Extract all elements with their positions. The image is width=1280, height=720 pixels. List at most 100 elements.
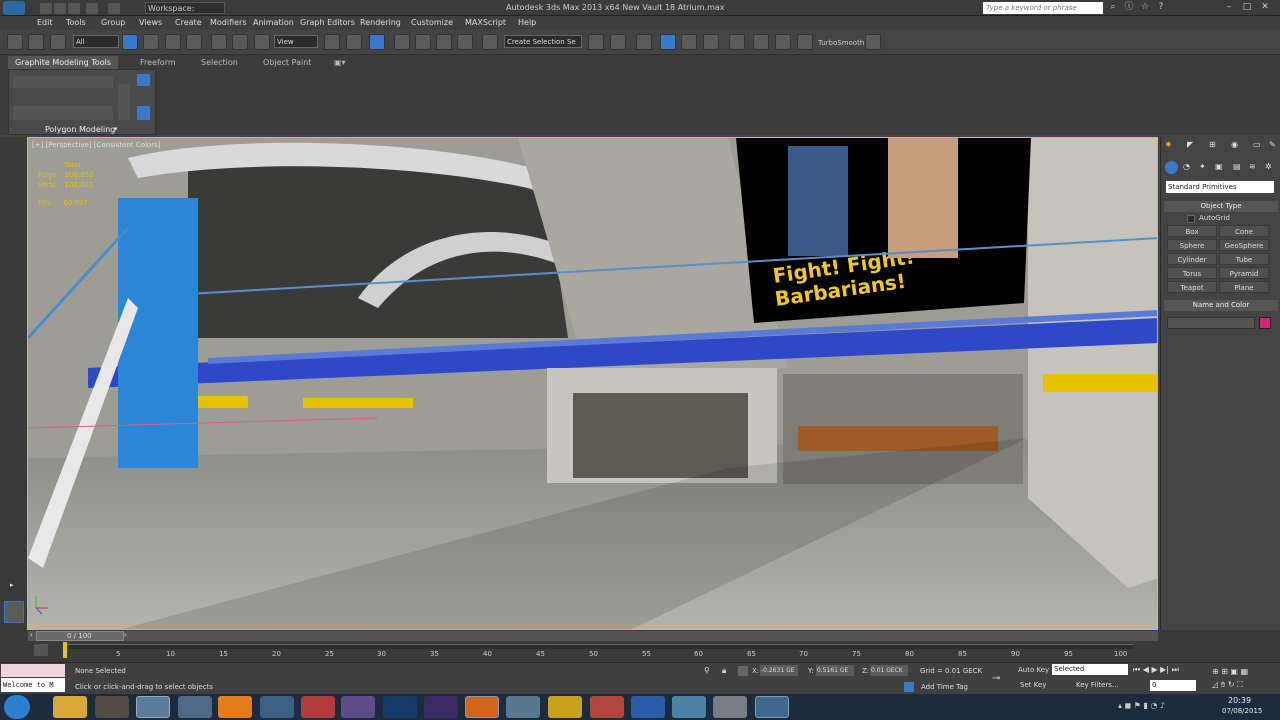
- pivot-center-icon[interactable]: [324, 34, 340, 50]
- zoom-extents-all-icon[interactable]: ▦: [1241, 667, 1249, 676]
- info-icon[interactable]: ⓘ: [1122, 2, 1136, 14]
- taskbar-app-icon[interactable]: [755, 696, 789, 718]
- window-crossing-icon[interactable]: [186, 34, 202, 50]
- vlc-icon[interactable]: [218, 696, 252, 718]
- menu-tools[interactable]: Tools: [66, 18, 86, 27]
- play-icon[interactable]: ▶: [1151, 665, 1157, 674]
- z-coord-field[interactable]: 0.01 GECK: [870, 665, 908, 676]
- plane-button[interactable]: Plane: [1219, 281, 1269, 293]
- explorer-icon[interactable]: [53, 696, 87, 718]
- geosphere-button[interactable]: GeoSphere: [1219, 239, 1269, 251]
- menu-customize[interactable]: Customize: [411, 18, 453, 27]
- menu-modifiers[interactable]: Modifiers: [210, 18, 247, 27]
- object-color-swatch[interactable]: [1259, 317, 1271, 329]
- add-time-tag-icon[interactable]: [904, 682, 914, 692]
- cone-button[interactable]: Cone: [1219, 225, 1269, 237]
- systems-icon[interactable]: ✲: [1265, 162, 1272, 171]
- selection-filter-dropdown[interactable]: All: [73, 35, 119, 48]
- new-file-icon[interactable]: [40, 3, 52, 14]
- zoom-all-icon[interactable]: ⊞: [1221, 667, 1228, 676]
- render-setup-icon[interactable]: [753, 34, 769, 50]
- cylinder-button[interactable]: Cylinder: [1167, 253, 1217, 265]
- zoom-icon[interactable]: ⊕: [1212, 667, 1219, 676]
- snaps-toggle-icon[interactable]: [394, 34, 410, 50]
- display-tab-icon[interactable]: ▭: [1253, 140, 1261, 149]
- undo-icon[interactable]: [86, 3, 98, 14]
- expand-arrow-icon[interactable]: ▸: [10, 581, 14, 589]
- next-frame-icon[interactable]: ▶|: [1160, 665, 1169, 674]
- menu-rendering[interactable]: Rendering: [360, 18, 401, 27]
- menu-views[interactable]: Views: [139, 18, 162, 27]
- render-production-icon[interactable]: [797, 34, 813, 50]
- box-button[interactable]: Box: [1167, 225, 1217, 237]
- utilities-tab-icon[interactable]: ✎: [1269, 140, 1276, 149]
- select-object-icon[interactable]: [122, 34, 138, 50]
- align-icon[interactable]: [610, 34, 626, 50]
- ribbon-side-button[interactable]: [118, 84, 130, 120]
- orbit-icon[interactable]: ↻: [1228, 680, 1235, 689]
- scene-render[interactable]: Fight! Fight! Barbarians!: [28, 138, 1158, 630]
- modify-tab-icon[interactable]: ◤: [1187, 140, 1193, 149]
- taskbar-app-icon[interactable]: [548, 696, 582, 718]
- key-filters-button[interactable]: Key Filters...: [1076, 681, 1119, 689]
- ribbon-blue-button[interactable]: [137, 106, 150, 120]
- geometry-icon[interactable]: [1165, 161, 1178, 174]
- previous-frame-icon[interactable]: ◀: [1143, 665, 1149, 674]
- select-manipulate-icon[interactable]: [346, 34, 362, 50]
- 3ds-max-taskbar-icon[interactable]: [136, 696, 170, 718]
- workspace-dropdown[interactable]: Workspace: Default: [145, 2, 225, 24]
- zoom-extents-icon[interactable]: ▣: [1231, 667, 1239, 676]
- search-input[interactable]: Type a keyword or phrase: [983, 2, 1103, 14]
- taskbar-app-icon[interactable]: [590, 696, 624, 718]
- edit-named-selection-icon[interactable]: [482, 34, 498, 50]
- scale-icon[interactable]: [254, 34, 270, 50]
- go-to-end-icon[interactable]: ⏭: [1172, 665, 1179, 674]
- menu-animation[interactable]: Animation: [253, 18, 294, 27]
- pan-icon[interactable]: ✋︎: [1221, 680, 1226, 689]
- sphere-button[interactable]: Sphere: [1167, 239, 1217, 251]
- material-editor-icon[interactable]: [729, 34, 745, 50]
- named-selection-dropdown[interactable]: Create Selection Se: [504, 35, 582, 48]
- taskbar-app-icon[interactable]: [301, 696, 335, 718]
- x-coord-field[interactable]: -0.2631 GE: [760, 665, 798, 676]
- star-icon[interactable]: ☆: [1138, 2, 1152, 14]
- layer-manager-icon[interactable]: [636, 34, 652, 50]
- taskbar-app-icon[interactable]: [95, 696, 129, 718]
- app-logo-icon[interactable]: [3, 1, 25, 15]
- tab-selection[interactable]: Selection: [201, 58, 238, 67]
- menu-edit[interactable]: Edit: [37, 18, 53, 27]
- rendered-frame-icon[interactable]: [775, 34, 791, 50]
- taskbar-app-icon[interactable]: [713, 696, 747, 718]
- mirror-icon[interactable]: [588, 34, 604, 50]
- start-button-icon[interactable]: [4, 695, 30, 719]
- key-mode-dropdown[interactable]: Selected: [1052, 664, 1128, 675]
- save-icon[interactable]: [68, 3, 80, 14]
- pyramid-button[interactable]: Pyramid: [1219, 267, 1269, 279]
- tray-icons[interactable]: ▴ ◼ ⚑ ▮ ◔ ♪: [1118, 701, 1218, 713]
- absolute-mode-icon[interactable]: [738, 666, 748, 676]
- reference-coord-dropdown[interactable]: View: [274, 35, 318, 48]
- select-by-name-icon[interactable]: [143, 34, 159, 50]
- tube-button[interactable]: Tube: [1219, 253, 1269, 265]
- bind-spacewarp-icon[interactable]: [50, 34, 66, 50]
- object-type-rollout-header[interactable]: Object Type: [1164, 201, 1278, 212]
- menu-maxscript[interactable]: MAXScript: [465, 18, 506, 27]
- menu-create[interactable]: Create: [175, 18, 202, 27]
- maximize-viewport-icon[interactable]: ⛶: [1237, 680, 1243, 689]
- spacewarps-icon[interactable]: ≋: [1249, 162, 1256, 171]
- move-icon[interactable]: [211, 34, 227, 50]
- angle-snap-icon[interactable]: [415, 34, 431, 50]
- helpers-icon[interactable]: ▤: [1233, 162, 1241, 171]
- cameras-icon[interactable]: ▣: [1215, 162, 1223, 171]
- auto-key-button[interactable]: Auto Key: [1018, 666, 1049, 674]
- menu-help[interactable]: Help: [518, 18, 536, 27]
- open-file-icon[interactable]: [54, 3, 66, 14]
- help-icon[interactable]: ?: [1154, 2, 1168, 14]
- notepad-icon[interactable]: [506, 696, 540, 718]
- link-icon[interactable]: [7, 34, 23, 50]
- redo-icon[interactable]: [108, 3, 120, 14]
- rotate-icon[interactable]: [232, 34, 248, 50]
- maximize-icon[interactable]: □: [1240, 2, 1254, 14]
- tab-graphite-modeling-tools[interactable]: Graphite Modeling Tools: [8, 56, 118, 69]
- taskbar-app-icon[interactable]: [341, 696, 375, 718]
